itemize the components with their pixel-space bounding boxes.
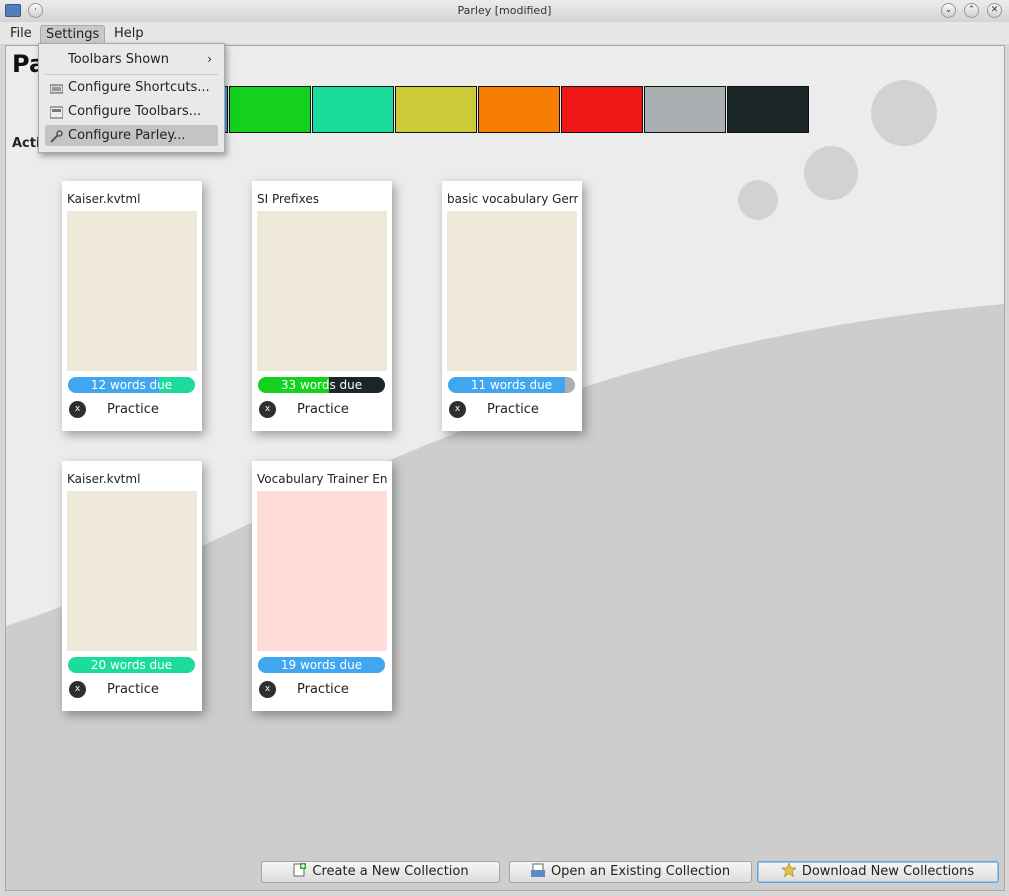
practice-button[interactable]: Practice [297, 682, 349, 697]
close-icon[interactable]: ✕ [987, 3, 1002, 18]
grade-color-swatch [561, 86, 643, 133]
toolbar-icon [49, 105, 64, 119]
remove-collection-icon[interactable]: x [259, 681, 276, 698]
grade-color-strip [146, 86, 810, 133]
window-title: Parley [modified] [457, 4, 552, 17]
menu-help[interactable]: Help [109, 25, 149, 43]
words-due-bar: 11 words due [448, 377, 575, 393]
collection-thumbnail[interactable] [447, 211, 577, 371]
menu-configure-toolbars[interactable]: Configure Toolbars... [45, 101, 218, 122]
grade-color-swatch [644, 86, 726, 133]
words-due-label: 11 words due [470, 378, 553, 392]
menu-file[interactable]: File [5, 25, 37, 43]
remove-collection-icon[interactable]: x [449, 401, 466, 418]
collection-card[interactable]: Kaiser.kvtml 20 words due x Practice [62, 461, 202, 711]
menu-bar: File Settings Help [0, 22, 1009, 44]
remove-collection-icon[interactable]: x [259, 401, 276, 418]
collection-thumbnail[interactable] [257, 211, 387, 371]
star-icon [780, 862, 797, 878]
grade-color-swatch [727, 86, 809, 133]
menu-separator [45, 74, 218, 75]
keyboard-icon [49, 81, 64, 94]
words-due-bar: 19 words due [258, 657, 385, 673]
maximize-icon[interactable]: ⌃ [964, 3, 979, 18]
toolbars-shown-label: Toolbars Shown [68, 52, 170, 67]
words-due-label: 20 words due [90, 658, 173, 672]
open-document-icon [530, 863, 545, 877]
collection-title: Kaiser.kvtml [67, 192, 141, 206]
practice-button[interactable]: Practice [297, 402, 349, 417]
grade-color-swatch [478, 86, 560, 133]
collection-card[interactable]: Kaiser.kvtml 12 words due x Practice [62, 181, 202, 431]
title-bar: · Parley [modified] ⌄ ⌃ ✕ [0, 0, 1009, 23]
open-collection-button[interactable]: Open an Existing Collection [509, 861, 752, 883]
collection-title: Vocabulary Trainer En [257, 472, 388, 486]
collection-title: SI Prefixes [257, 192, 319, 206]
words-due-label: 19 words due [280, 658, 363, 672]
words-due-bar: 20 words due [68, 657, 195, 673]
open-collection-label: Open an Existing Collection [550, 864, 731, 879]
grade-color-swatch [395, 86, 477, 133]
wrench-icon [50, 129, 63, 143]
remove-collection-icon[interactable]: x [69, 401, 86, 418]
configure-parley-label: Configure Parley... [68, 128, 186, 143]
dashboard: Pa Activ Kaiser.kvtml 12 words due x Pra… [5, 45, 1005, 891]
collection-thumbnail[interactable] [67, 491, 197, 651]
collection-title: Kaiser.kvtml [67, 472, 141, 486]
create-collection-label: Create a New Collection [312, 864, 469, 879]
collection-title: basic vocabulary Gern [447, 192, 578, 206]
submenu-arrow-icon: › [207, 52, 212, 66]
grade-color-swatch [312, 86, 394, 133]
collection-thumbnail[interactable] [67, 211, 197, 371]
menu-configure-parley[interactable]: Configure Parley... [45, 125, 218, 146]
menu-settings[interactable]: Settings [40, 25, 106, 44]
collection-card[interactable]: basic vocabulary Gern 11 words due x Pra… [442, 181, 582, 431]
words-due-bar: 33 words due [258, 377, 385, 393]
new-document-icon [292, 863, 307, 877]
grade-color-swatch [229, 86, 311, 133]
configure-toolbars-label: Configure Toolbars... [68, 104, 202, 119]
words-due-label: 12 words due [90, 378, 173, 392]
words-due-label: 33 words due [280, 378, 363, 392]
practice-button[interactable]: Practice [107, 682, 159, 697]
practice-button[interactable]: Practice [487, 402, 539, 417]
create-collection-button[interactable]: Create a New Collection [261, 861, 500, 883]
collection-thumbnail[interactable] [257, 491, 387, 651]
collection-card[interactable]: SI Prefixes 33 words due x Practice [252, 181, 392, 431]
menu-toolbars-shown[interactable]: Toolbars Shown › [45, 49, 218, 70]
download-collections-label: Download New Collections [801, 864, 975, 879]
download-collections-button[interactable]: Download New Collections [757, 861, 999, 883]
menu-configure-shortcuts[interactable]: Configure Shortcuts... [45, 77, 218, 98]
configure-shortcuts-label: Configure Shortcuts... [68, 80, 210, 95]
settings-dropdown: Toolbars Shown › Configure Shortcuts... … [38, 43, 225, 153]
practice-button[interactable]: Practice [107, 402, 159, 417]
collection-card[interactable]: Vocabulary Trainer En 19 words due x Pra… [252, 461, 392, 711]
minimize-icon[interactable]: ⌄ [941, 3, 956, 18]
remove-collection-icon[interactable]: x [69, 681, 86, 698]
words-due-bar: 12 words due [68, 377, 195, 393]
